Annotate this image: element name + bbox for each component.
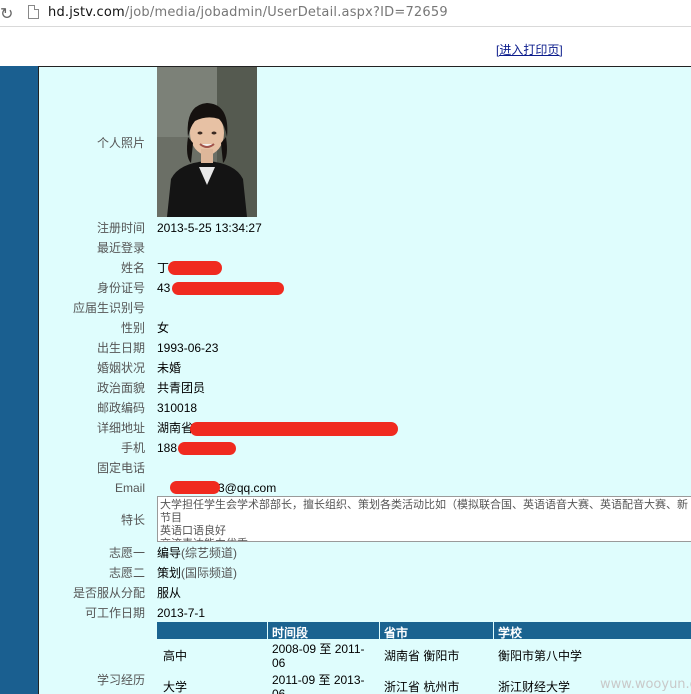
wish1-main: 编导 <box>157 546 182 560</box>
skills-textarea[interactable]: 大学担任学生会学术部部长，擅长组织、策划各类活动比如（模拟联合国、英语语音大赛、… <box>157 496 691 542</box>
email-value: 3@qq.com <box>218 481 277 495</box>
name-label: 姓名 <box>120 261 145 275</box>
header-province: 省市 <box>384 626 409 640</box>
obey-value: 服从 <box>157 586 182 600</box>
page-icon <box>28 5 39 19</box>
edu-period: 2008-09 至 2011-06 <box>272 642 365 670</box>
profile-photo-image <box>157 67 257 217</box>
edu-province: 浙江省 杭州市 <box>384 680 460 694</box>
wish2-channel: (国际频道) <box>181 566 238 580</box>
url-field[interactable]: hd.jstv.com/job/media/jobadmin/UserDetai… <box>48 5 448 20</box>
edu-school: 衡阳市第八中学 <box>498 649 583 663</box>
education-label: 学习经历 <box>96 673 145 687</box>
id-number-value: 43 <box>157 281 171 295</box>
political-status-value: 共青团员 <box>157 381 206 395</box>
birth-date-label: 出生日期 <box>96 341 145 355</box>
gender-label: 性别 <box>120 321 145 335</box>
birth-date-value: 1993-06-23 <box>157 341 219 355</box>
header-divider <box>379 622 380 639</box>
register-time-value: 2013-5-25 13:34:27 <box>157 221 262 235</box>
wish2-label: 志愿二 <box>108 566 145 580</box>
wish2-main: 策划 <box>157 566 182 580</box>
header-period: 时间段 <box>272 626 309 640</box>
header-divider <box>267 622 268 639</box>
marital-status-label: 婚姻状况 <box>96 361 145 375</box>
header-school: 学校 <box>498 626 523 640</box>
email-redaction <box>170 481 220 494</box>
address-label: 详细地址 <box>96 421 145 435</box>
graduate-id-label: 应届生识别号 <box>72 301 145 315</box>
marital-status-value: 未婚 <box>157 361 182 375</box>
address-value: 湖南省 <box>157 421 194 435</box>
mobile-redaction <box>178 442 236 455</box>
available-date-value: 2013-7-1 <box>157 606 206 620</box>
skills-label: 特长 <box>120 513 145 527</box>
reload-icon[interactable]: ↻ <box>0 4 13 23</box>
left-side-strip <box>0 66 38 694</box>
available-date-label: 可工作日期 <box>84 606 145 620</box>
postcode-value: 310018 <box>157 401 198 415</box>
address-redaction <box>190 422 398 436</box>
education-table-header: 时间段 省市 学校 <box>157 622 691 640</box>
obey-label: 是否服从分配 <box>72 586 145 600</box>
edu-province: 湖南省 衡阳市 <box>384 649 460 663</box>
wooyun-watermark: www.wooyun.org <box>600 677 691 692</box>
header-divider <box>493 622 494 639</box>
id-number-redaction <box>172 282 284 295</box>
name-redaction <box>168 261 222 275</box>
url-host: hd.jstv.com <box>48 5 125 20</box>
edu-school: 浙江财经大学 <box>498 680 571 694</box>
mobile-value: 188 <box>157 441 178 455</box>
edu-level: 大学 <box>163 680 188 694</box>
url-path: /job/media/jobadmin/UserDetail.aspx?ID=7… <box>124 5 448 20</box>
profile-photo <box>157 67 257 217</box>
wish1-value: 编导(综艺频道) <box>157 546 237 560</box>
email-label: Email <box>114 481 145 495</box>
id-number-label: 身份证号 <box>96 281 145 295</box>
political-status-label: 政治面貌 <box>96 381 145 395</box>
gender-value: 女 <box>157 321 170 335</box>
photo-label: 个人照片 <box>96 136 145 150</box>
last-login-label: 最近登录 <box>96 241 145 255</box>
mobile-label: 手机 <box>120 441 145 455</box>
postcode-label: 邮政编码 <box>96 401 145 415</box>
phone-label: 固定电话 <box>96 461 145 475</box>
edu-period: 2011-09 至 2013-06 <box>272 673 365 694</box>
browser-address-bar: ↻ hd.jstv.com/job/media/jobadmin/UserDet… <box>0 0 691 27</box>
print-page-link[interactable]: [进入打印页] <box>496 41 563 58</box>
wish1-label: 志愿一 <box>108 546 145 560</box>
wish1-channel: (综艺频道) <box>181 546 238 560</box>
register-time-label: 注册时间 <box>96 221 145 235</box>
edu-level: 高中 <box>163 649 188 663</box>
wish2-value: 策划(国际频道) <box>157 566 237 580</box>
